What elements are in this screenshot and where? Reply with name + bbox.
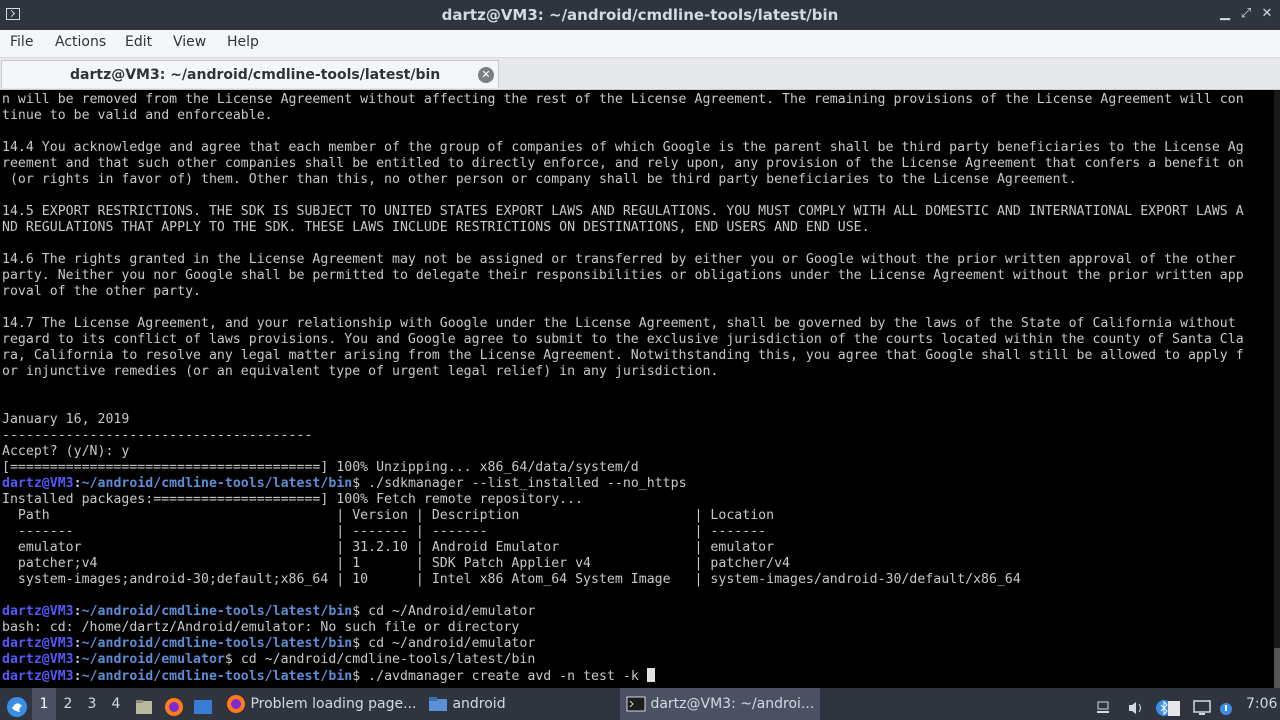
workspace-2[interactable]: 2 [56,688,80,720]
terminal-line: tinue to be valid and enforceable. [2,108,273,123]
terminal-tab[interactable]: dartz@VM3: ~/android/cmdline-tools/lates… [1,60,499,88]
tab-bar: dartz@VM3: ~/android/cmdline-tools/lates… [0,58,1280,90]
network-icon[interactable] [1095,688,1111,720]
terminal-line: reement and that such other companies sh… [2,156,1244,171]
terminal-line: party. Neither you nor Google shall be p… [2,268,1244,283]
prompt-command: cd ~/Android/emulator [360,604,536,619]
updates-icon[interactable] [1219,688,1233,720]
terminal-line: emulator | 31.2.10 | Android Emulator | … [2,540,775,555]
task-firefox[interactable]: Problem loading page... [222,688,418,720]
terminal-line: January 16, 2019 [2,412,130,427]
terminal-line: 14.5 EXPORT RESTRICTIONS. THE SDK IS SUB… [2,204,1244,219]
task-terminal-label: dartz@VM3: ~/androi... [650,696,815,712]
prompt-path: ~/android/cmdline-tools/latest/bin [81,636,353,651]
file-manager-launcher-icon[interactable] [134,688,154,720]
workspace-3[interactable]: 3 [80,688,104,720]
desktop-launcher-icon[interactable] [193,688,213,720]
folder-icon [429,697,447,711]
menu-actions[interactable]: Actions [55,34,106,50]
prompt-user: dartz@VM3 [2,652,74,667]
workspace-1[interactable]: 1 [32,688,56,720]
prompt-path: ~/android/cmdline-tools/latest/bin [81,604,353,619]
volume-icon[interactable] [1127,688,1145,720]
firefox-icon [227,695,245,713]
menu-help[interactable]: Help [227,34,259,50]
prompt-path: ~/android/emulator [81,652,225,667]
prompt-user: dartz@VM3 [2,476,74,491]
display-icon[interactable] [1193,688,1211,720]
terminal-line: roval of the other party. [2,284,201,299]
task-terminal[interactable]: dartz@VM3: ~/androi... [620,688,820,720]
tab-close-icon[interactable]: ✕ [478,67,494,83]
terminal-line: ------- | ------- | ------- | ------- [2,524,767,539]
close-button[interactable]: ✕ [1259,6,1275,22]
terminal-prompt-line: dartz@VM3:~/android/cmdline-tools/latest… [2,604,536,619]
terminal-line: ra, California to resolve any legal matt… [2,348,1244,363]
prompt-user: dartz@VM3 [2,636,74,651]
terminal-prompt-line: dartz@VM3:~/android/cmdline-tools/latest… [2,476,687,491]
terminal-line: Installed packages:=====================… [2,492,584,507]
terminal-view[interactable]: n will be removed from the License Agree… [0,90,1280,688]
firefox-launcher-icon[interactable] [164,688,184,720]
prompt-user: dartz@VM3 [2,604,74,619]
terminal-prompt-line: dartz@VM3:~/android/cmdline-tools/latest… [2,636,536,651]
terminal-line: --------------------------------------- [2,428,313,443]
minimize-button[interactable]: ▁ [1217,6,1233,22]
terminal-line: bash: cd: /home/dartz/Android/emulator: … [2,620,520,635]
terminal-line: 14.7 The License Agreement, and your rel… [2,316,1236,331]
terminal-prompt-line: dartz@VM3:~/android/emulator$ cd ~/andro… [2,652,536,667]
terminal-scrollbar[interactable] [1274,90,1280,688]
terminal-output: n will be removed from the License Agree… [2,92,1244,684]
terminal-line: (or rights in favor of) them. Other than… [2,172,1077,187]
prompt-command: cd ~/android/cmdline-tools/latest/bin [232,652,536,667]
tab-label: dartz@VM3: ~/android/cmdline-tools/lates… [70,67,441,83]
task-android-folder[interactable]: android [424,688,614,720]
menu-view[interactable]: View [173,34,206,50]
prompt-path: ~/android/cmdline-tools/latest/bin [81,669,353,684]
prompt-user: dartz@VM3 [2,669,74,684]
terminal-line: [=======================================… [2,460,639,475]
menu-edit[interactable]: Edit [125,34,152,50]
menu-file[interactable]: File [10,34,33,50]
clipboard-icon[interactable] [1166,688,1182,720]
terminal-line: 14.4 You acknowledge and agree that each… [2,140,1244,155]
terminal-line: Path | Version | Description | Location [2,508,775,523]
prompt-path: ~/android/cmdline-tools/latest/bin [81,476,353,491]
workspace-4[interactable]: 4 [104,688,128,720]
clock[interactable]: 7:06 [1246,688,1277,720]
terminal-line: or injunctive remedies (or an equivalent… [2,364,719,379]
task-firefox-label: Problem loading page... [250,696,417,712]
task-android-label: android [452,696,506,712]
start-menu-icon[interactable] [4,688,30,720]
terminal-icon [626,696,646,712]
maximize-button[interactable]: ⤢ [1238,6,1254,22]
window-titlebar[interactable]: dartz@VM3: ~/android/cmdline-tools/lates… [0,0,1280,30]
terminal-line: regard to its conflict of laws provision… [2,332,1244,347]
window-title: dartz@VM3: ~/android/cmdline-tools/lates… [441,6,839,24]
terminal-line: system-images;android-30;default;x86_64 … [2,572,1021,587]
menu-bar: File Actions Edit View Help [0,30,1280,58]
terminal-prompt-line: dartz@VM3:~/android/cmdline-tools/latest… [2,668,1244,684]
prompt-command: ./sdkmanager --list_installed --no_https [360,476,687,491]
terminal-line: n will be removed from the License Agree… [2,92,1244,107]
terminal-line: ND REGULATIONS THAT APPLY TO THE SDK. TH… [2,220,870,235]
taskbar: 1 2 3 4 Problem loading page... android … [0,688,1280,720]
prompt-command: ./avdmanager create avd -n test -k [360,669,647,684]
text-cursor [646,668,655,682]
terminal-line: patcher;v4 | 1 | SDK Patch Applier v4 | … [2,556,790,571]
prompt-command: cd ~/android/emulator [360,636,536,651]
terminal-line: 14.6 The rights granted in the License A… [2,252,1236,267]
terminal-line: Accept? (y/N): y [2,444,130,459]
